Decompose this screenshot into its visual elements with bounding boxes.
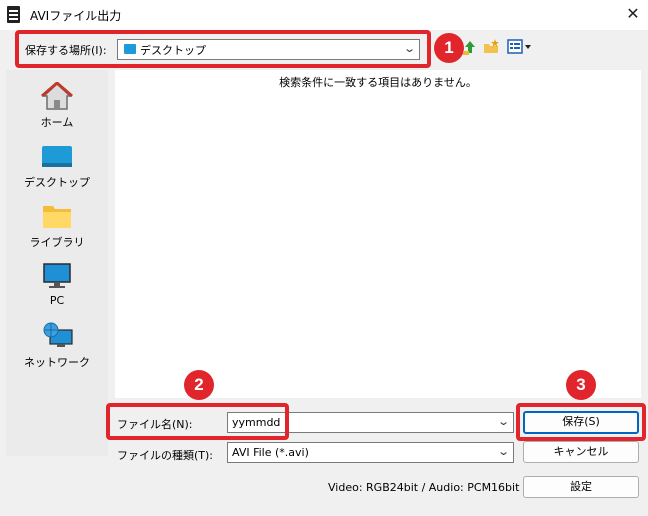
places-item-home[interactable]: ホーム [6,74,108,134]
badge-2: 2 [184,370,214,400]
format-status: Video: RGB24bit / Audio: PCM16bit [328,481,520,494]
settings-button[interactable]: 設定 [523,476,639,498]
places-item-desktop[interactable]: デスクトップ [6,134,108,194]
places-item-network[interactable]: ネットワーク [6,314,108,374]
film-icon [7,6,20,23]
empty-list-message: 検索条件に一致する項目はありません。 [279,76,477,89]
filetype-select[interactable]: AVI File (*.avi) ⌄ [227,442,514,463]
library-folder-icon [43,206,71,228]
filetype-label: ファイルの種類(T): [117,449,214,462]
home-icon [41,82,73,110]
badge-1: 1 [434,33,464,63]
window-title: AVIファイル出力 [30,9,122,23]
places-label: ホーム [40,116,74,129]
places-bar: ホーム デスクトップ ライブラリ PC ネットワーク [6,70,108,456]
filetype-value: AVI File (*.avi) [232,446,309,459]
places-label: PC [49,294,65,307]
callout-filename [106,403,289,440]
network-icon [43,322,73,347]
desktop-icon [42,146,72,167]
callout-location [15,30,431,68]
view-menu-icon[interactable] [507,39,533,55]
close-icon[interactable]: ✕ [624,5,642,23]
places-label: ネットワーク [24,356,90,369]
places-item-pc[interactable]: PC [6,254,108,314]
file-list[interactable]: 検索条件に一致する項目はありません。 [115,70,641,398]
callout-save [516,403,646,441]
pc-icon [43,263,71,288]
chevron-down-icon: ⌄ [496,445,510,458]
places-item-library[interactable]: ライブラリ [6,194,108,254]
chevron-down-icon: ⌄ [496,415,510,428]
places-label: ライブラリ [29,236,85,249]
cancel-button[interactable]: キャンセル [523,441,639,463]
new-folder-icon[interactable] [483,38,501,56]
up-folder-icon[interactable] [461,38,479,56]
places-label: デスクトップ [24,176,90,189]
badge-3: 3 [566,370,596,400]
